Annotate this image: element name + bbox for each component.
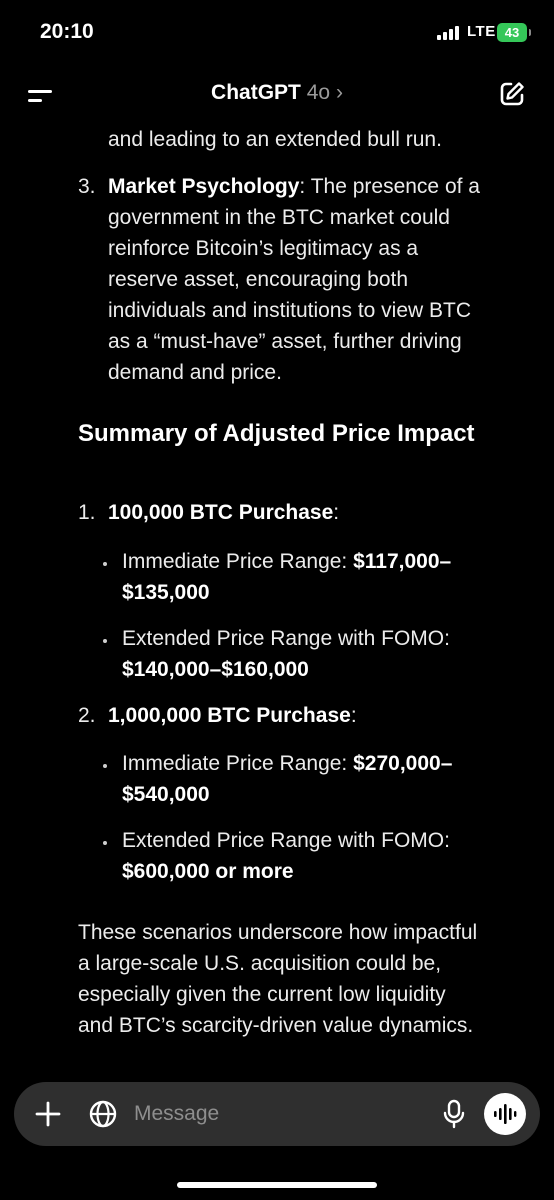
list-item-market-psychology: Market Psychology: The presence of a: [108, 171, 480, 202]
bullet-dot: [103, 639, 107, 643]
list-number: 2.: [78, 704, 96, 727]
sub-item-continuation: $140,000–$160,000: [122, 654, 309, 685]
title-colon: :: [333, 501, 340, 524]
title-colon: :: [350, 704, 357, 727]
purchase-title: 1,000,000 BTC Purchase: [108, 704, 351, 727]
battery-icon: 43: [497, 23, 531, 42]
message-line: demand and price.: [108, 361, 282, 384]
message-line: a large-scale U.S. acquisition could be,: [78, 952, 442, 975]
list-number: 3.: [78, 175, 96, 198]
sub-item-extended: Extended Price Range with FOMO:: [122, 829, 450, 852]
message-line: especially given the current low liquidi…: [78, 983, 446, 1006]
price-value: $117,000–: [353, 550, 452, 573]
battery-level: 43: [504, 25, 520, 40]
list-number: 1.: [78, 501, 96, 524]
new-chat-icon[interactable]: [498, 80, 526, 108]
sub-item-continuation: $540,000: [122, 779, 210, 810]
message-line: These scenarios underscore how impactful: [78, 921, 478, 944]
sub-item-label: Immediate Price Range:: [122, 550, 354, 573]
microphone-icon[interactable]: [442, 1099, 466, 1129]
price-value: $270,000–: [353, 752, 453, 775]
app-title: ChatGPT: [211, 81, 301, 104]
model-name: 4o: [306, 81, 331, 104]
network-type: LTE: [467, 23, 496, 40]
message-line: : The presence of a: [299, 175, 480, 198]
voice-mode-button[interactable]: [484, 1093, 526, 1135]
chevron-right-icon: ›: [335, 81, 343, 104]
sub-item-extended: Extended Price Range with FOMO:: [122, 627, 450, 650]
purchase-title: 100,000 BTC Purchase: [108, 501, 334, 524]
message-composer: [14, 1082, 540, 1146]
cellular-signal-icon: [437, 26, 463, 40]
summary-heading: Summary of Adjusted Price Impact: [78, 420, 475, 447]
list-item-title: Market Psychology: [108, 175, 300, 198]
message-line: and leading to an extended bull run.: [108, 128, 442, 151]
bullet-dot: [103, 764, 107, 768]
price-value: $540,000: [122, 783, 210, 806]
message-line: government in the BTC market could: [108, 206, 450, 229]
sub-item-continuation: $600,000 or more: [122, 856, 294, 887]
status-bar: 20:10 LTE 43: [0, 0, 554, 66]
sub-item-continuation: $135,000: [122, 577, 210, 608]
message-line: reinforce Bitcoin’s legitimacy as a: [108, 237, 419, 260]
app-header: ChatGPT 4o ›: [0, 66, 554, 124]
price-value: $600,000 or more: [122, 860, 294, 883]
bullet-dot: [103, 562, 107, 566]
status-time: 20:10: [40, 20, 94, 43]
message-line: as a “must-have” asset, further driving: [108, 330, 462, 353]
sub-item-immediate: Immediate Price Range: $270,000–: [122, 748, 452, 779]
message-line: reserve asset, encouraging both: [108, 268, 409, 291]
voice-mode-icon: [494, 1104, 517, 1124]
sub-item-label: Immediate Price Range:: [122, 752, 354, 775]
message-line: individuals and institutions to view BTC: [108, 299, 472, 322]
globe-icon[interactable]: [88, 1099, 118, 1129]
home-indicator: [177, 1182, 377, 1188]
bullet-dot: [103, 841, 107, 845]
summary-item-title: 100,000 BTC Purchase:: [108, 497, 339, 528]
summary-item-title: 1,000,000 BTC Purchase:: [108, 700, 357, 731]
price-value: $140,000–$160,000: [122, 658, 309, 681]
sub-item-immediate: Immediate Price Range: $117,000–: [122, 546, 451, 577]
message-line: and BTC’s scarcity-driven value dynamics…: [78, 1014, 474, 1037]
model-selector[interactable]: ChatGPT 4o ›: [0, 81, 554, 105]
price-value: $135,000: [122, 581, 210, 604]
message-input[interactable]: [134, 1098, 424, 1130]
plus-icon[interactable]: [34, 1100, 62, 1128]
